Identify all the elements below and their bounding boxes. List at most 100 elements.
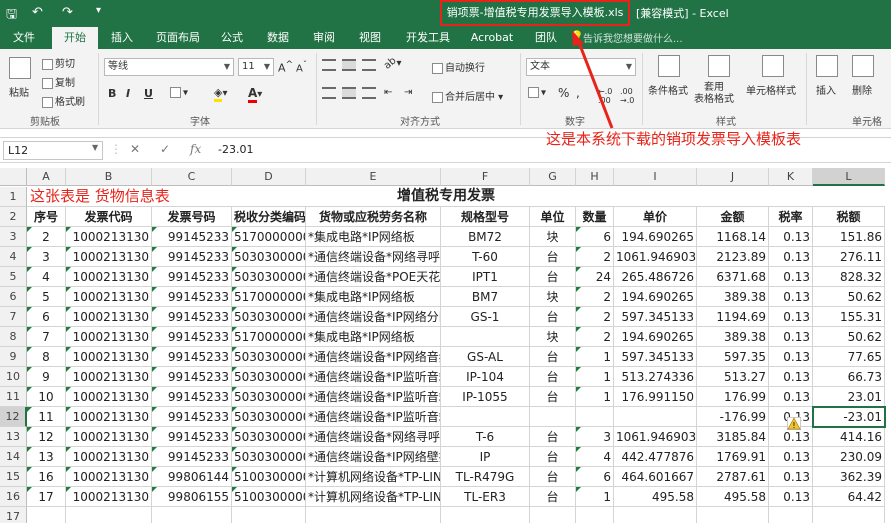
row-header-2[interactable]: 2	[0, 207, 27, 227]
cell-c6[interactable]: 99145233	[152, 287, 232, 307]
cell-f8[interactable]	[441, 327, 530, 347]
row-header-4[interactable]: 4	[0, 247, 27, 267]
cell-d11[interactable]: 50303000000	[232, 387, 306, 407]
cell-k11[interactable]: 0.13	[769, 387, 813, 407]
cell-d7[interactable]: 50303000000	[232, 307, 306, 327]
cell-c17[interactable]	[152, 507, 232, 523]
column-header-i[interactable]: I	[614, 168, 697, 186]
row-header-5[interactable]: 5	[0, 267, 27, 287]
row-header-17[interactable]: 17	[0, 507, 27, 523]
cell-g9[interactable]: 台	[530, 347, 576, 367]
cell-j14[interactable]: 1769.91	[697, 447, 769, 467]
confirm-icon[interactable]: ✓	[160, 142, 170, 156]
cell-l15[interactable]: 362.39	[813, 467, 885, 487]
cell-l9[interactable]: 77.65	[813, 347, 885, 367]
warning-icon[interactable]: !	[787, 417, 801, 430]
cell-j15[interactable]: 2787.61	[697, 467, 769, 487]
cell-g8[interactable]: 块	[530, 327, 576, 347]
cell-l13[interactable]: 414.16	[813, 427, 885, 447]
cell-a8[interactable]: 7	[27, 327, 66, 347]
cancel-icon[interactable]: ✕	[130, 142, 140, 156]
cell-i9[interactable]: 597.345133	[614, 347, 697, 367]
cell-h8[interactable]: 2	[576, 327, 614, 347]
cell-d4[interactable]: 50303000000	[232, 247, 306, 267]
cell-b10[interactable]: 1000213130	[66, 367, 152, 387]
cell-k8[interactable]: 0.13	[769, 327, 813, 347]
cell-l12[interactable]: -23.01	[812, 406, 886, 428]
cell-g10[interactable]: 台	[530, 367, 576, 387]
header-cell-a[interactable]: 序号	[27, 207, 66, 227]
cell-e15[interactable]: *计算机网络设备*TP-LINK	[306, 467, 441, 487]
row-header-11[interactable]: 11	[0, 387, 27, 407]
cell-h17[interactable]	[576, 507, 614, 523]
chevron-down-icon[interactable]: ▼	[92, 143, 98, 152]
cell-k4[interactable]: 0.13	[769, 247, 813, 267]
cell-l11[interactable]: 23.01	[813, 387, 885, 407]
cell-c11[interactable]: 99145233	[152, 387, 232, 407]
cell-h13[interactable]: 3	[576, 427, 614, 447]
cell-b17[interactable]	[66, 507, 152, 523]
header-cell-c[interactable]: 发票号码	[152, 207, 232, 227]
cell-d8[interactable]: 51700000000	[232, 327, 306, 347]
cell-a14[interactable]: 13	[27, 447, 66, 467]
header-cell-g[interactable]: 单位	[530, 207, 576, 227]
cell-b9[interactable]: 1000213130	[66, 347, 152, 367]
row-header-13[interactable]: 13	[0, 427, 27, 447]
cell-d6[interactable]: 51700000000	[232, 287, 306, 307]
cell-c4[interactable]: 99145233	[152, 247, 232, 267]
row-header-15[interactable]: 15	[0, 467, 27, 487]
cell-c9[interactable]: 99145233	[152, 347, 232, 367]
cell-d3[interactable]: 51700000000	[232, 227, 306, 247]
cell-c3[interactable]: 99145233	[152, 227, 232, 247]
cell-c13[interactable]: 99145233	[152, 427, 232, 447]
cell-d10[interactable]: 50303000000	[232, 367, 306, 387]
worksheet-grid[interactable]: ABCDEFGHIJKL 1 2 3 4 5 6 7 8 9 10 11 12 13 14 15 16 17 序…	[0, 168, 891, 523]
cell-i13[interactable]: 1061.946903	[614, 427, 697, 447]
cell-a12[interactable]: 11	[27, 407, 66, 427]
cell-f5[interactable]: IPT1	[441, 267, 530, 287]
column-header-f[interactable]: F	[441, 168, 530, 186]
cell-j16[interactable]: 495.58	[697, 487, 769, 507]
cell-i14[interactable]: 442.477876	[614, 447, 697, 467]
cell-a11[interactable]: 10	[27, 387, 66, 407]
cell-d14[interactable]: 50303000000	[232, 447, 306, 467]
cell-h12[interactable]	[576, 407, 614, 427]
cell-k14[interactable]: 0.13	[769, 447, 813, 467]
header-cell-h[interactable]: 数量	[576, 207, 614, 227]
column-header-k[interactable]: K	[769, 168, 813, 186]
cell-f9[interactable]: GS-AL	[441, 347, 530, 367]
cell-b4[interactable]: 1000213130	[66, 247, 152, 267]
row-header-14[interactable]: 14	[0, 447, 27, 467]
cell-f16[interactable]: TL-ER3	[441, 487, 530, 507]
column-header-a[interactable]: A	[27, 168, 66, 186]
cell-b12[interactable]: 1000213130	[66, 407, 152, 427]
cell-f17[interactable]	[441, 507, 530, 523]
cell-h6[interactable]: 2	[576, 287, 614, 307]
header-cell-l[interactable]: 税额	[813, 207, 885, 227]
cell-h10[interactable]: 1	[576, 367, 614, 387]
cell-j3[interactable]: 1168.14	[697, 227, 769, 247]
cell-l5[interactable]: 828.32	[813, 267, 885, 287]
cell-j6[interactable]: 389.38	[697, 287, 769, 307]
cell-k7[interactable]: 0.13	[769, 307, 813, 327]
cell-g15[interactable]: 台	[530, 467, 576, 487]
cell-e16[interactable]: *计算机网络设备*TP-LINK	[306, 487, 441, 507]
row-header-9[interactable]: 9	[0, 347, 27, 367]
cell-i17[interactable]	[614, 507, 697, 523]
row-header-6[interactable]: 6	[0, 287, 27, 307]
cell-h15[interactable]: 6	[576, 467, 614, 487]
cell-d16[interactable]: 51003000000	[232, 487, 306, 507]
cell-l16[interactable]: 64.42	[813, 487, 885, 507]
cell-g3[interactable]: 块	[530, 227, 576, 247]
cell-i12[interactable]	[614, 407, 697, 427]
column-header-b[interactable]: B	[66, 168, 152, 186]
header-cell-i[interactable]: 单价	[614, 207, 697, 227]
cell-b8[interactable]: 1000213130	[66, 327, 152, 347]
cell-f15[interactable]: TL-R479G	[441, 467, 530, 487]
cell-e6[interactable]: *集成电路*IP网络板	[306, 287, 441, 307]
cell-k6[interactable]: 0.13	[769, 287, 813, 307]
cell-k9[interactable]: 0.13	[769, 347, 813, 367]
cell-l17[interactable]	[813, 507, 885, 523]
header-cell-k[interactable]: 税率	[769, 207, 813, 227]
cell-l10[interactable]: 66.73	[813, 367, 885, 387]
